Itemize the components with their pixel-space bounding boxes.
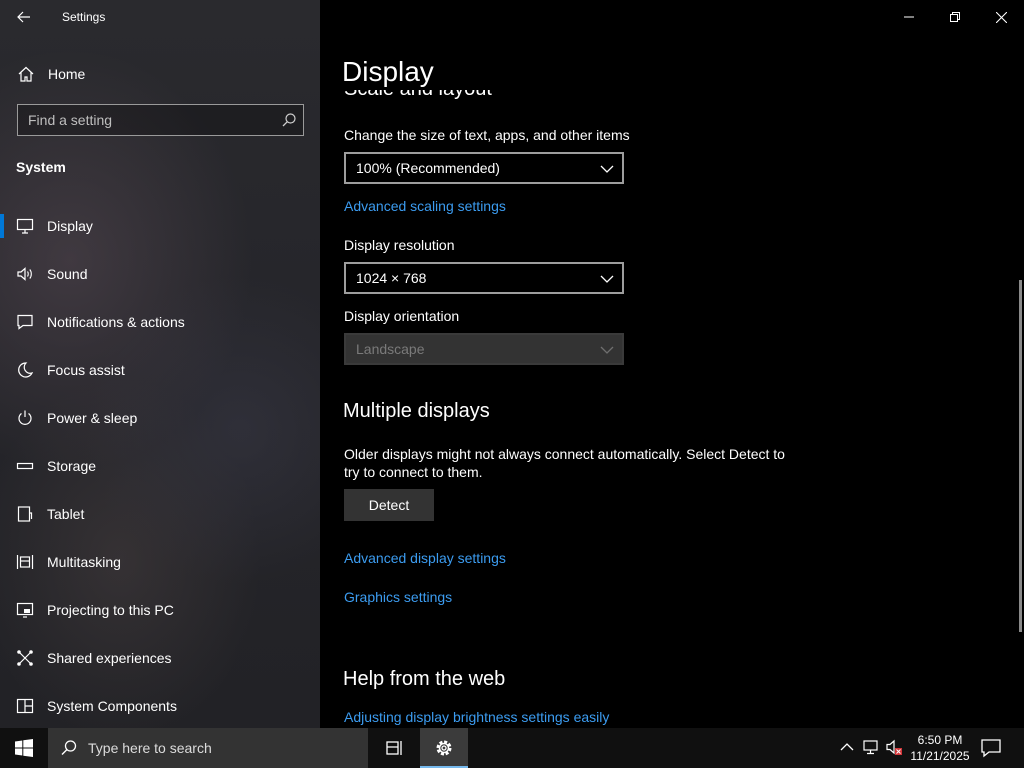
- start-button[interactable]: [0, 728, 48, 768]
- sidebar-item-label: Multitasking: [47, 554, 121, 570]
- page-title: Display: [344, 56, 434, 87]
- orientation-label: Display orientation: [344, 308, 460, 324]
- sidebar-item-projecting[interactable]: Projecting to this PC: [0, 586, 320, 634]
- power-icon: [18, 410, 32, 425]
- back-button[interactable]: [10, 4, 38, 30]
- close-icon: [995, 11, 1007, 23]
- sidebar-item-notifications[interactable]: Notifications & actions: [0, 298, 320, 346]
- sidebar-item-label: Notifications & actions: [47, 314, 185, 330]
- scale-label: Change the size of text, apps, and other…: [344, 127, 630, 143]
- scrollbar[interactable]: [1019, 280, 1022, 632]
- title-bar: Settings: [0, 0, 320, 34]
- sidebar-item-power-sleep[interactable]: Power & sleep: [0, 394, 320, 442]
- taskbar: Type here to search 6:50 PM 11/21/2025: [0, 728, 1024, 768]
- sidebar-item-label: Storage: [47, 458, 97, 474]
- sidebar-item-label: Focus assist: [47, 362, 125, 378]
- projecting-icon: [16, 602, 34, 618]
- taskbar-search[interactable]: Type here to search: [48, 728, 368, 768]
- windows-logo-icon: [15, 739, 33, 757]
- storage-icon: [16, 462, 34, 470]
- sidebar-item-tablet[interactable]: Tablet: [0, 490, 320, 538]
- message-icon: [17, 314, 33, 330]
- orientation-dropdown[interactable]: Landscape: [344, 333, 624, 365]
- sidebar-home[interactable]: Home: [0, 58, 320, 90]
- search-icon: [61, 740, 77, 755]
- sidebar-item-storage[interactable]: Storage: [0, 442, 320, 490]
- close-button[interactable]: [978, 0, 1024, 34]
- multiple-displays-description: Older displays might not always connect …: [344, 446, 785, 480]
- chevron-down-icon: [600, 165, 614, 173]
- taskbar-settings-app[interactable]: [420, 728, 468, 768]
- detect-button[interactable]: Detect: [344, 489, 434, 521]
- chevron-down-icon: [600, 346, 614, 354]
- sidebar-item-focus-assist[interactable]: Focus assist: [0, 346, 320, 394]
- chevron-up-icon[interactable]: [838, 738, 856, 756]
- chevron-down-icon: [600, 275, 614, 283]
- sidebar-item-label: Projecting to this PC: [47, 602, 174, 618]
- sidebar-item-shared-experiences[interactable]: Shared experiences: [0, 634, 320, 682]
- sidebar-item-label: Power & sleep: [47, 410, 138, 426]
- speaker-icon: [17, 267, 32, 281]
- moon-icon: [18, 362, 34, 378]
- multitasking-icon: [16, 555, 34, 569]
- task-view-button[interactable]: [372, 728, 416, 768]
- content-area: Scale and layout Display Change the size…: [344, 0, 984, 728]
- taskbar-clock[interactable]: 6:50 PM 11/21/2025: [907, 732, 973, 764]
- sidebar-item-label: Display: [47, 218, 93, 234]
- action-center-icon[interactable]: [980, 738, 1002, 758]
- settings-sidebar: Settings Home System Display Sound: [0, 0, 320, 728]
- components-icon: [16, 698, 34, 714]
- resolution-label: Display resolution: [344, 237, 455, 253]
- shared-experiences-icon: [17, 650, 33, 666]
- back-arrow-icon: [17, 11, 30, 23]
- brightness-help-link[interactable]: Adjusting display brightness settings ea…: [344, 709, 609, 725]
- resolution-dropdown[interactable]: 1024 × 768: [344, 262, 624, 294]
- main-pane: Scale and layout Display Change the size…: [320, 0, 1024, 728]
- sidebar-item-label: Sound: [47, 266, 88, 282]
- find-setting-box: [17, 104, 304, 136]
- scale-value: 100% (Recommended): [356, 160, 500, 176]
- sidebar-item-label: Tablet: [47, 506, 85, 522]
- volume-muted-icon[interactable]: [885, 738, 903, 756]
- multiple-displays-heading: Multiple displays: [344, 400, 490, 422]
- gear-icon: [436, 740, 452, 756]
- home-icon: [18, 66, 34, 82]
- sidebar-nav: Display Sound Notifications & actions Fo…: [0, 202, 320, 730]
- clock-date: 11/21/2025: [910, 749, 970, 763]
- section-heading-system: System: [16, 159, 66, 175]
- tablet-icon: [17, 506, 33, 522]
- scale-dropdown[interactable]: 100% (Recommended): [344, 152, 624, 184]
- clock-time: 6:50 PM: [917, 733, 963, 747]
- sidebar-item-multitasking[interactable]: Multitasking: [0, 538, 320, 586]
- sidebar-item-label: System Components: [47, 698, 177, 714]
- advanced-scaling-link[interactable]: Advanced scaling settings: [344, 198, 506, 214]
- taskbar-search-placeholder: Type here to search: [88, 740, 212, 756]
- help-heading: Help from the web: [344, 668, 506, 690]
- home-label: Home: [48, 66, 86, 82]
- page-title-backdrop: [344, 50, 984, 90]
- sidebar-item-sound[interactable]: Sound: [0, 250, 320, 298]
- sidebar-item-label: Shared experiences: [47, 650, 172, 666]
- sidebar-item-display[interactable]: Display: [0, 202, 320, 250]
- advanced-display-settings-link[interactable]: Advanced display settings: [344, 550, 506, 566]
- find-setting-input[interactable]: [18, 105, 268, 135]
- search-icon[interactable]: [281, 112, 297, 128]
- orientation-value: Landscape: [356, 341, 425, 357]
- resolution-value: 1024 × 768: [356, 270, 427, 286]
- network-icon[interactable]: [862, 738, 880, 756]
- app-title: Settings: [62, 10, 106, 24]
- monitor-icon: [16, 218, 34, 234]
- graphics-settings-link[interactable]: Graphics settings: [344, 589, 452, 605]
- task-view-icon: [386, 741, 402, 755]
- sidebar-item-system-components[interactable]: System Components: [0, 682, 320, 730]
